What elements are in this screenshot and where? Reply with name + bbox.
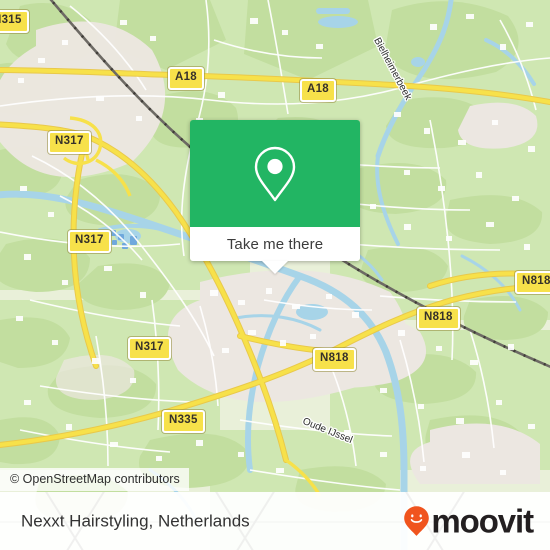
- road-shield-n317-north[interactable]: N317: [48, 131, 91, 154]
- road-shield-n317-mid[interactable]: N317: [68, 230, 111, 253]
- take-me-there-label: Take me there: [226, 235, 324, 253]
- road-shield-n317-south[interactable]: N317: [128, 337, 171, 360]
- place-title: Nexxt Hairstyling, Netherlands: [21, 511, 250, 531]
- footer-bar: Nexxt Hairstyling, Netherlands moovit: [0, 492, 550, 550]
- callout-action-panel[interactable]: Take me there: [190, 227, 360, 274]
- road-shield-n335[interactable]: N335: [162, 410, 205, 433]
- road-shield-n818-east[interactable]: N818: [515, 271, 550, 294]
- moovit-brand[interactable]: moovit: [403, 502, 534, 540]
- road-shield-n315[interactable]: N315: [0, 10, 29, 33]
- map-canvas[interactable]: N315 A18 A18 N317 N317 N317 N335 N818 N8…: [0, 0, 550, 550]
- osm-attribution[interactable]: © OpenStreetMap contributors: [0, 468, 189, 491]
- destination-callout[interactable]: Take me there: [190, 120, 360, 274]
- callout-icon-panel: [190, 120, 360, 227]
- map-pin-icon: [254, 146, 296, 201]
- callout-pointer-tail: [262, 261, 288, 274]
- moovit-wordmark: moovit: [431, 502, 534, 540]
- map-screenshot: N315 A18 A18 N317 N317 N317 N335 N818 N8…: [0, 0, 550, 550]
- moovit-smiley-pin-icon: [404, 506, 430, 536]
- road-shield-n818-west[interactable]: N818: [313, 348, 356, 371]
- road-shield-n818-mid[interactable]: N818: [417, 307, 460, 330]
- road-shield-a18-west[interactable]: A18: [168, 67, 204, 90]
- road-shield-a18-east[interactable]: A18: [300, 79, 336, 102]
